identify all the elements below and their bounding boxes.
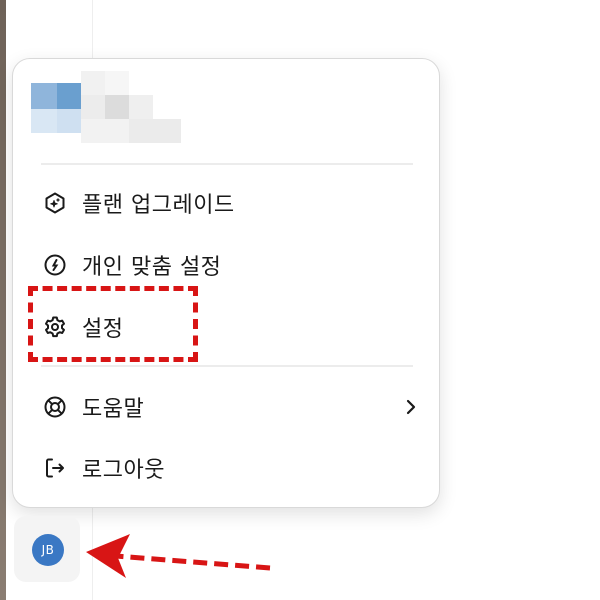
account-info-redacted xyxy=(31,71,186,147)
personalization-icon xyxy=(42,252,68,278)
menu-item-label: 로그아웃 xyxy=(82,458,165,483)
avatar: JB xyxy=(32,534,64,566)
annotation-arrow xyxy=(86,534,271,578)
menu-item-label: 플랜 업그레이드 xyxy=(82,193,235,218)
menu-item-label: 도움말 xyxy=(82,397,145,422)
lifebuoy-icon xyxy=(42,394,68,420)
profile-button[interactable]: JB xyxy=(14,516,80,582)
sparkle-hexagon-icon xyxy=(42,190,68,216)
menu-divider xyxy=(41,163,413,165)
annotation-highlight-box xyxy=(28,286,198,362)
window-edge xyxy=(0,0,6,600)
menu-item-personalization[interactable]: 개인 맞춤 설정 xyxy=(33,242,421,288)
menu-item-upgrade-plan[interactable]: 플랜 업그레이드 xyxy=(33,180,421,226)
menu-item-logout[interactable]: 로그아웃 xyxy=(33,445,421,491)
menu-divider xyxy=(41,365,413,367)
chevron-right-icon xyxy=(401,397,421,417)
menu-item-help[interactable]: 도움말 xyxy=(33,384,421,430)
menu-item-label: 개인 맞춤 설정 xyxy=(82,255,222,280)
account-menu: 플랜 업그레이드 개인 맞춤 설정 설정 도움말 로그아웃 xyxy=(12,58,440,508)
logout-icon xyxy=(42,455,68,481)
